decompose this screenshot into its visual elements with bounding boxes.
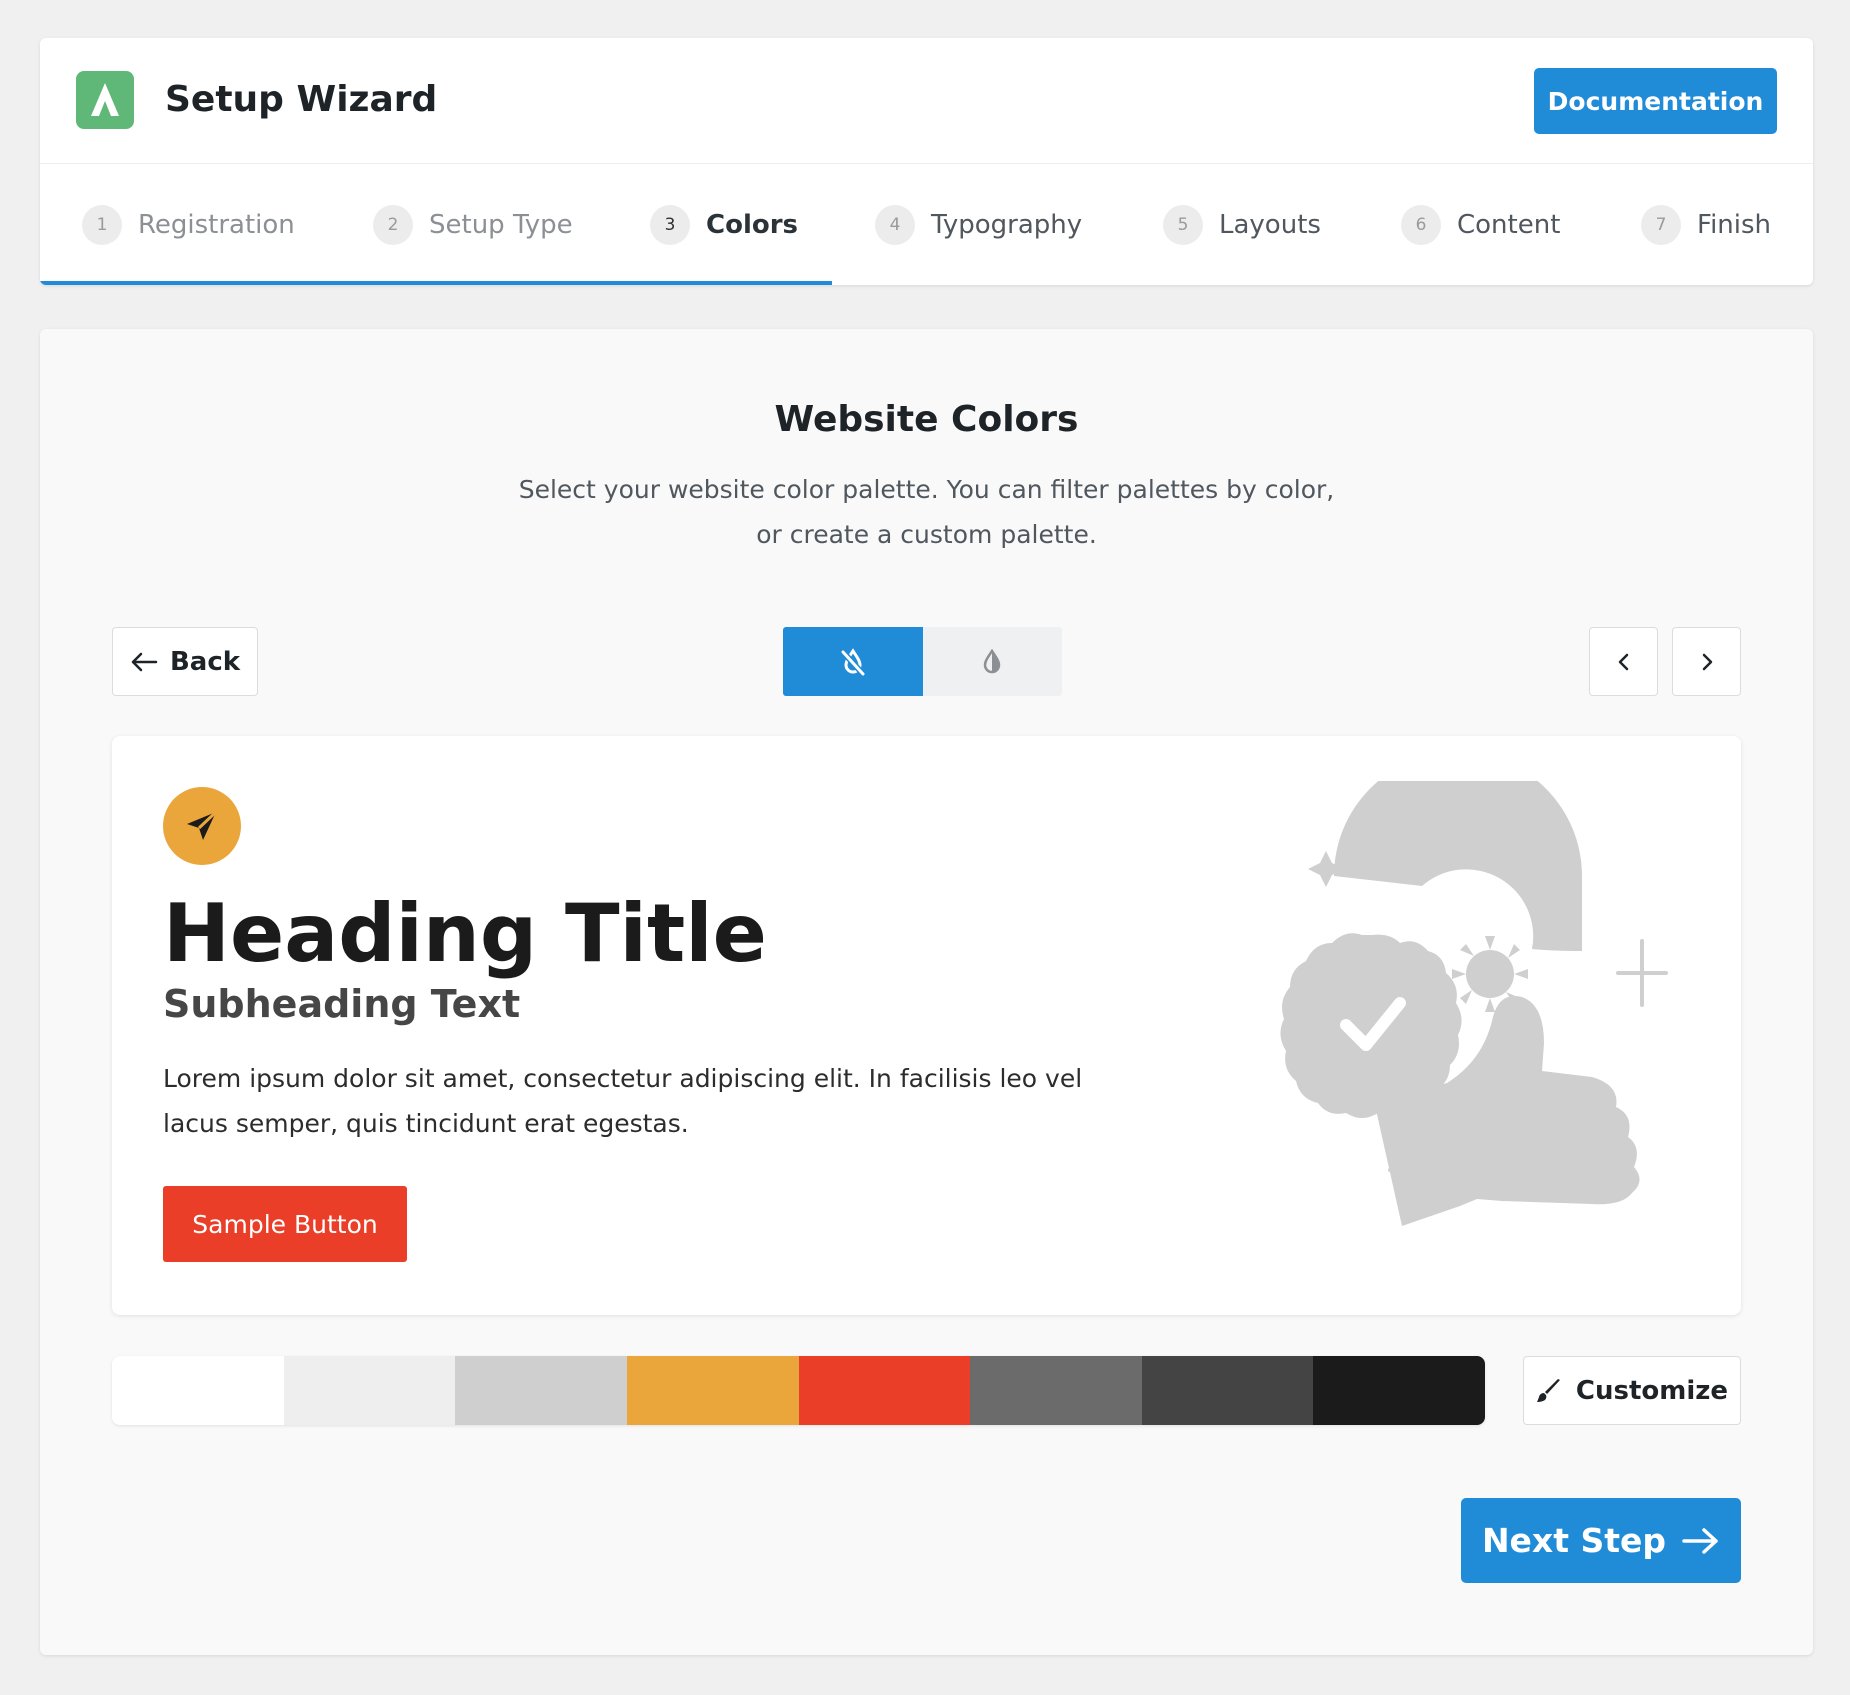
palette-swatch — [1313, 1356, 1485, 1425]
step-colors[interactable]: 3 Colors — [650, 205, 798, 245]
palette-swatch — [283, 1356, 456, 1425]
customize-label: Customize — [1575, 1375, 1729, 1406]
color-palette[interactable] — [112, 1356, 1485, 1425]
app-title: Setup Wizard — [165, 79, 438, 120]
step-label: Layouts — [1219, 210, 1321, 240]
step-label: Colors — [706, 210, 799, 240]
preview-body-text: Lorem ipsum dolor sit amet, consectetur … — [163, 1064, 1083, 1138]
contrast-toggle[interactable] — [922, 627, 1062, 696]
step-content[interactable]: 6 Content — [1401, 205, 1560, 245]
colors-panel: Website Colors Select your website color… — [40, 329, 1813, 1655]
palette-swatch — [798, 1356, 971, 1425]
chevron-left-icon — [1618, 653, 1628, 670]
previous-palette-button[interactable] — [1589, 627, 1658, 696]
palette-swatch — [112, 1356, 284, 1425]
step-finish[interactable]: 7 Finish — [1641, 205, 1771, 245]
next-palette-button[interactable] — [1672, 627, 1741, 696]
step-number: 2 — [373, 205, 413, 245]
customize-button[interactable]: Customize — [1523, 1356, 1741, 1425]
chevron-right-icon — [1702, 653, 1712, 670]
documentation-button[interactable]: Documentation — [1534, 68, 1777, 134]
next-step-label: Next Step — [1481, 1521, 1667, 1560]
step-label: Finish — [1697, 210, 1772, 240]
step-typography[interactable]: 4 Typography — [875, 205, 1082, 245]
step-number: 1 — [82, 205, 122, 245]
step-label: Setup Type — [429, 210, 573, 240]
step-label: Typography — [931, 210, 1083, 240]
step-setup-type[interactable]: 2 Setup Type — [373, 205, 573, 245]
step-number: 3 — [650, 205, 690, 245]
step-label: Registration — [138, 210, 295, 240]
step-number: 4 — [875, 205, 915, 245]
palette-swatch — [626, 1356, 799, 1425]
page-description: Select your website color palette. You c… — [518, 475, 1335, 549]
wizard-header: Setup Wizard Documentation 1 Registratio… — [40, 38, 1813, 285]
page-title: Website Colors — [774, 399, 1079, 440]
sample-button[interactable]: Sample Button — [163, 1186, 407, 1262]
back-label: Back — [169, 646, 241, 677]
palette-filter-toggle — [783, 627, 1062, 696]
header-bar: Setup Wizard Documentation — [40, 38, 1813, 164]
preview-subheading: Subheading Text — [163, 982, 521, 1026]
step-number: 5 — [1163, 205, 1203, 245]
wizard-steps: 1 Registration 2 Setup Type 3 Colors 4 T… — [40, 165, 1813, 283]
step-progress-bar — [40, 281, 832, 285]
brush-icon — [1536, 1378, 1560, 1402]
arrow-left-icon — [131, 652, 158, 671]
step-registration[interactable]: 1 Registration — [82, 205, 295, 245]
palette-swatch — [970, 1356, 1142, 1425]
contrast-drop-icon — [983, 648, 1001, 673]
badge-thumbs-up-illustration — [1280, 781, 1668, 1226]
step-number: 6 — [1401, 205, 1441, 245]
color-filter-off-icon — [840, 647, 865, 676]
preview-heading: Heading Title — [163, 887, 767, 980]
step-label: Content — [1457, 210, 1561, 240]
paper-plane-icon — [163, 787, 241, 865]
color-filter-off-toggle[interactable] — [783, 627, 923, 696]
next-step-button[interactable]: Next Step — [1461, 1498, 1741, 1583]
step-layouts[interactable]: 5 Layouts — [1163, 205, 1321, 245]
palette-preview: Heading Title Subheading Text Lorem ipsu… — [112, 736, 1741, 1315]
palette-swatch — [1141, 1356, 1314, 1425]
back-button[interactable]: Back — [112, 627, 258, 696]
arrow-right-icon — [1682, 1527, 1718, 1554]
wizard-logo-icon — [76, 71, 134, 129]
step-number: 7 — [1641, 205, 1681, 245]
palette-swatch — [455, 1356, 627, 1425]
